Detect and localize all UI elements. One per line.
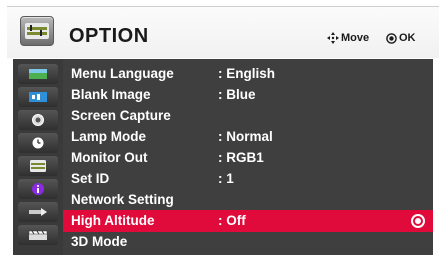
picture-icon[interactable] <box>18 64 58 84</box>
menu-item-monitor-out[interactable]: Monitor Out : RGB1 <box>63 147 433 169</box>
osd-window: OPTION Move OK Menu Language: English B… <box>0 0 442 255</box>
dpad-icon <box>327 32 339 44</box>
time-icon[interactable] <box>18 110 58 130</box>
menu-item-label: Lamp Mode <box>71 129 147 144</box>
menu-item-value: : Blue <box>218 87 256 102</box>
menu-item-screen-capture[interactable]: Screen Capture <box>63 105 433 127</box>
menu-item-high-altitude[interactable]: High Altitude : Off <box>63 210 433 232</box>
menu-item-label: Monitor Out <box>71 150 148 165</box>
menu-item-label: Menu Language <box>71 66 174 81</box>
menu-item-value: : Off <box>218 213 246 228</box>
menu-item-blank-image[interactable]: Blank Image : Blue <box>63 84 433 106</box>
menu-item-label: Set ID <box>71 171 110 186</box>
menu-item-value: : 1 <box>218 171 234 186</box>
option-menu-list: Menu Language : English Blank Image : Bl… <box>63 59 433 255</box>
menu-item-network-setting[interactable]: Network Setting <box>63 189 433 211</box>
menu-item-lamp-mode[interactable]: Lamp Mode : Normal <box>63 126 433 148</box>
ok-hint-label: OK <box>399 32 416 44</box>
menu-item-set-id[interactable]: Set ID : 1 <box>63 168 433 190</box>
move-hint: Move <box>327 32 369 44</box>
menu-item-3d-mode[interactable]: 3D Mode <box>63 231 433 253</box>
menu-item-menu-language[interactable]: Menu Language : English <box>63 63 433 85</box>
ok-button-icon <box>386 32 397 44</box>
move-hint-label: Move <box>341 32 370 44</box>
menu-item-value: : RGB1 <box>218 150 264 165</box>
page-title: OPTION <box>69 25 149 47</box>
clock-icon[interactable] <box>18 133 58 153</box>
ok-hint: OK <box>386 32 416 44</box>
menu-item-label: 3D Mode <box>71 234 128 249</box>
option-icon[interactable] <box>18 156 58 176</box>
menu-item-label: High Altitude <box>71 213 155 228</box>
audio-icon[interactable] <box>18 87 58 107</box>
info-icon[interactable] <box>18 179 58 199</box>
menu-item-value: : English <box>218 66 275 81</box>
menu-item-label: Network Setting <box>71 192 174 207</box>
input-icon[interactable] <box>18 202 58 222</box>
category-sidebar <box>13 59 63 255</box>
menu-item-label: Blank Image <box>71 87 151 102</box>
menu-item-value: : Normal <box>218 129 273 144</box>
selected-radio-icon <box>411 214 425 228</box>
menu-header: OPTION Move OK <box>7 6 439 58</box>
option-category-icon <box>20 16 54 46</box>
3d-icon[interactable] <box>18 225 58 245</box>
menu-item-label: Screen Capture <box>71 108 171 123</box>
